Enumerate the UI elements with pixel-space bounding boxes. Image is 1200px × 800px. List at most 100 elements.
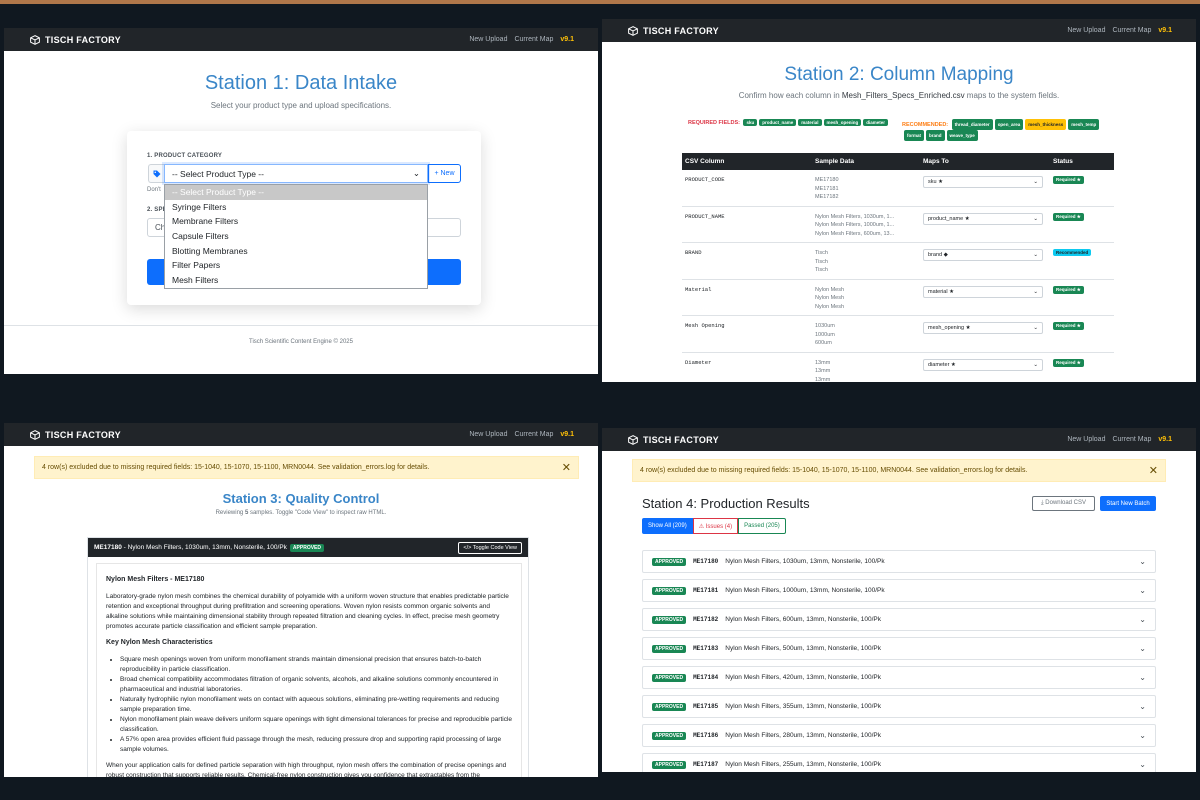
alert-text: 4 row(s) excluded due to missing require… — [640, 467, 1028, 474]
chevron-down-icon[interactable]: ⌄ — [1139, 586, 1146, 595]
chevron-down-icon[interactable]: ⌄ — [1139, 644, 1146, 653]
brand[interactable]: TISCH FACTORY — [30, 35, 121, 45]
csv-column-cell: PRODUCT_NAME — [682, 206, 812, 243]
maps-to-select[interactable]: material ★ ⌄ — [923, 285, 1043, 298]
dropdown-option[interactable]: -- Select Product Type -- — [165, 185, 427, 200]
maps-to-value: product_name ★ — [928, 215, 970, 222]
dropdown-option[interactable]: Blotting Membranes — [165, 244, 427, 259]
status-cell: Required ★ — [1050, 170, 1114, 207]
result-row[interactable]: APPROVED ME17183 Nylon Mesh Filters, 500um… — [642, 637, 1156, 660]
csv-column-cell: Mesh Opening — [682, 315, 812, 353]
sample-value: 600um — [815, 340, 832, 346]
status-badge: APPROVED — [652, 644, 687, 653]
maps-to-value: material ★ — [928, 288, 955, 295]
close-icon[interactable]: ✕ — [562, 461, 571, 474]
maps-to-select[interactable]: mesh_opening ★ ⌄ — [923, 322, 1043, 334]
status-badge: Required ★ — [1053, 176, 1084, 184]
chevron-down-icon[interactable]: ⌄ — [1139, 702, 1146, 711]
chevron-down-icon[interactable]: ⌄ — [1139, 731, 1146, 740]
chevron-down-icon: ⌄ — [1033, 179, 1038, 185]
sample-cell: Tisch Tisch Tisch — [812, 242, 920, 280]
nav-new-upload[interactable]: New Upload — [469, 36, 507, 43]
chevron-down-icon: ⌄ — [1033, 288, 1038, 295]
chevron-down-icon: ⌄ — [1033, 361, 1038, 368]
result-row[interactable]: APPROVED ME17185 Nylon Mesh Filters, 355um… — [642, 695, 1156, 718]
nav-current-map[interactable]: Current Map — [514, 36, 553, 43]
nav-new-upload[interactable]: New Upload — [1067, 27, 1105, 34]
result-row[interactable]: APPROVED ME17182 Nylon Mesh Filters, 600um… — [642, 608, 1156, 631]
row-name: Nylon Mesh Filters, 500um, 13mm, Nonster… — [725, 645, 881, 652]
version-badge: v9.1 — [1158, 27, 1172, 34]
column-header: Maps To — [920, 153, 1050, 170]
nav-current-map[interactable]: Current Map — [1112, 27, 1151, 34]
result-row[interactable]: APPROVED ME17187 Nylon Mesh Filters, 255um… — [642, 753, 1156, 772]
chevron-down-icon[interactable]: ⌄ — [1139, 673, 1146, 682]
sample-value: Tisch — [815, 267, 828, 273]
sample-value: Nylon Mesh Filters, 1030um, 1... — [815, 213, 895, 220]
validation-alert: 4 row(s) excluded due to missing require… — [632, 459, 1166, 482]
new-category-button[interactable]: + New — [428, 164, 461, 183]
dropdown-option[interactable]: Capsule Filters — [165, 229, 427, 244]
brand[interactable]: TISCH FACTORY — [628, 26, 719, 36]
brand[interactable]: TISCH FACTORY — [628, 435, 719, 445]
result-row[interactable]: APPROVED ME17184 Nylon Mesh Filters, 420um… — [642, 666, 1156, 689]
filter-all-button[interactable]: Show All (209) — [642, 518, 693, 534]
maps-to-select[interactable]: brand ◆ ⌄ — [923, 249, 1043, 261]
recommended-label: RECOMMENDED: — [902, 122, 949, 128]
maps-to-select[interactable]: diameter ★ ⌄ — [923, 358, 1043, 371]
status-badge: APPROVED — [652, 557, 687, 566]
product-type-select[interactable]: -- Select Product Type -- ⌄ — [164, 164, 428, 183]
download-csv-button[interactable]: ⤓ Download CSV — [1032, 496, 1095, 511]
navbar: TISCH FACTORY New Upload Current Map v9.… — [4, 423, 598, 446]
nav-new-upload[interactable]: New Upload — [1067, 436, 1105, 443]
dropdown-option[interactable]: Syringe Filters — [165, 200, 427, 215]
row-sku: ME17185 — [693, 703, 719, 710]
version-badge: v9.1 — [560, 36, 574, 43]
chevron-down-icon[interactable]: ⌄ — [1139, 615, 1146, 624]
status-badge: Required ★ — [1053, 322, 1084, 330]
brand[interactable]: TISCH FACTORY — [30, 430, 121, 440]
table-row: PRODUCT_CODE ME17180 ME17181 ME17182 sku ★ ⌄ R… — [682, 170, 1114, 207]
row-sku: ME17183 — [693, 645, 719, 652]
maps-to-select[interactable]: sku ★ ⌄ — [923, 176, 1043, 188]
chevron-down-icon[interactable]: ⌄ — [1139, 557, 1146, 566]
close-icon[interactable]: ✕ — [1149, 464, 1158, 477]
field-pill: material — [798, 119, 822, 126]
dropdown-option[interactable]: Mesh Filters — [165, 273, 427, 288]
required-fields: REQUIRED FIELDS: sku product_name material… — [688, 119, 889, 126]
result-row[interactable]: APPROVED ME17180 Nylon Mesh Filters, 1030u… — [642, 550, 1156, 573]
row-sku: ME17187 — [693, 761, 719, 768]
result-row[interactable]: APPROVED ME17181 Nylon Mesh Filters, 1000u… — [642, 579, 1156, 602]
select-value: -- Select Product Type -- — [172, 168, 264, 179]
maps-to-cell: product_name ★ ⌄ — [920, 206, 1050, 243]
status-cell: Required ★ — [1050, 352, 1114, 382]
dropdown-option[interactable]: Filter Papers — [165, 258, 427, 273]
row-sku: ME17186 — [693, 732, 719, 739]
filter-issues-button[interactable]: ⚠ Issues (4) — [692, 518, 739, 534]
csv-column-cell: BRAND — [682, 242, 812, 280]
result-row[interactable]: APPROVED ME17186 Nylon Mesh Filters, 280um… — [642, 724, 1156, 747]
subtitle-suffix: maps to the system fields. — [964, 91, 1060, 100]
new-batch-button[interactable]: Start New Batch — [1100, 496, 1156, 511]
dropdown-option[interactable]: Membrane Filters — [165, 214, 427, 229]
chevron-down-icon: ⌄ — [412, 168, 420, 178]
maps-to-select[interactable]: product_name ★ ⌄ — [923, 212, 1043, 225]
brand-label: TISCH FACTORY — [643, 25, 719, 36]
qc-card: ME17180 - Nylon Mesh Filters, 1030um, 13… — [87, 537, 529, 777]
chevron-down-icon[interactable]: ⌄ — [1139, 760, 1146, 769]
row-name: Nylon Mesh Filters, 1030um, 13mm, Nonste… — [725, 558, 885, 565]
status-badge: APPROVED — [652, 702, 687, 711]
brand-label: TISCH FACTORY — [643, 434, 719, 445]
station4-panel: TISCH FACTORY New Upload Current Map v9.… — [602, 428, 1196, 772]
navbar: TISCH FACTORY New Upload Current Map v9.… — [4, 28, 598, 51]
nav-current-map[interactable]: Current Map — [514, 431, 553, 438]
nav-new-upload[interactable]: New Upload — [469, 431, 507, 438]
maps-to-value: brand ◆ — [928, 252, 948, 258]
subtitle-suffix: samples. Toggle "Code View" to inspect r… — [248, 510, 387, 516]
nav-current-map[interactable]: Current Map — [1112, 436, 1151, 443]
row-name: Nylon Mesh Filters, 600um, 13mm, Nonster… — [725, 616, 881, 623]
table-row: BRAND Tisch Tisch Tisch brand ◆ ⌄ Recommended — [682, 242, 1114, 280]
csv-column-cell: Material — [682, 279, 812, 316]
filter-passed-button[interactable]: Passed (205) — [738, 518, 786, 534]
toggle-code-view-button[interactable]: </> Toggle Code View — [458, 541, 522, 554]
